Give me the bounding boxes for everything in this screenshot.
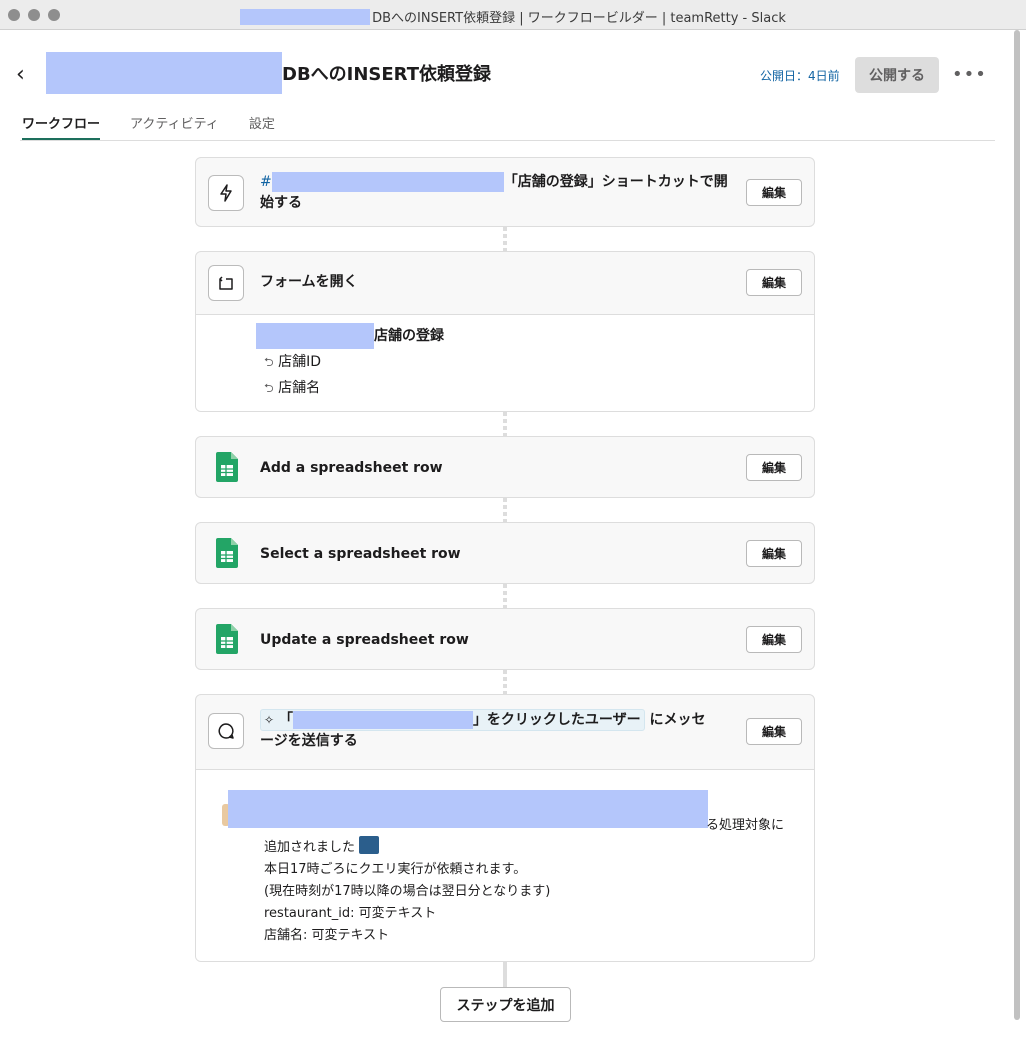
- select-spreadsheet-row-card[interactable]: Select a spreadsheet row 編集: [195, 522, 815, 584]
- trigger-text-line2: 始する: [260, 195, 302, 211]
- redacted-block: [256, 323, 374, 349]
- redacted-block: [46, 52, 282, 94]
- tabs-divider: [20, 140, 995, 141]
- form-step-body: 店舗の登録 ⮌ 店舗ID ⮌ 店舗名: [196, 314, 814, 411]
- form-field: ⮌ 店舗名: [264, 377, 320, 400]
- send-message-step-card[interactable]: ✧ 「 」をクリックしたユーザー にメッセ ージを送信する 編集 る処理対象に 追…: [195, 694, 815, 962]
- step-connector: [503, 227, 507, 251]
- trigger-step-card[interactable]: # 「店舗の登録」ショートカットで開 始する 編集: [195, 157, 815, 227]
- send-message-step-text: ✧ 「 」をクリックしたユーザー にメッセ ージを送信する: [260, 709, 730, 752]
- edit-button[interactable]: 編集: [746, 540, 802, 567]
- lightning-icon: [208, 175, 244, 211]
- tab-activity[interactable]: アクティビティ: [130, 113, 219, 141]
- wand-icon: ✧: [264, 713, 275, 727]
- message-line4: (現在時刻が17時以降の場合は翌日分となります): [264, 884, 551, 899]
- channel-hash: #: [260, 174, 272, 190]
- message-line5: restaurant_id: 可変テキスト: [264, 906, 437, 921]
- page-title: DBへのINSERT依頼登録: [46, 52, 491, 94]
- publish-button[interactable]: 公開する: [855, 57, 939, 93]
- form-field-label: 店舗ID: [278, 354, 321, 370]
- google-sheets-icon: [216, 452, 238, 486]
- message-line2: 追加されました: [264, 840, 356, 855]
- message-line1-tail: る処理対象に: [706, 818, 785, 833]
- add-step-button[interactable]: ステップを追加: [440, 987, 571, 1022]
- window-titlebar: DBへのINSERT依頼登録 | ワークフロービルダー | teamRetty …: [0, 0, 1026, 30]
- redacted-block: [240, 9, 371, 25]
- step-connector: [503, 498, 507, 522]
- step-connector: [503, 412, 507, 436]
- published-date: 公開日：4日前: [760, 69, 840, 83]
- step-connector: [503, 670, 507, 694]
- edit-button[interactable]: 編集: [746, 718, 802, 745]
- chip-prefix: 「: [278, 712, 293, 728]
- tab-settings[interactable]: 設定: [249, 113, 275, 141]
- edit-button[interactable]: 編集: [746, 454, 802, 481]
- tab-workflow[interactable]: ワークフロー: [22, 113, 101, 141]
- form-step-title: フォームを開く: [260, 274, 358, 290]
- back-arrow-icon[interactable]: ‹: [16, 62, 36, 88]
- update-spreadsheet-row-card[interactable]: Update a spreadsheet row 編集: [195, 608, 815, 670]
- more-options-icon[interactable]: •••: [952, 62, 986, 88]
- message-step-text-line1: にメッセ: [649, 712, 706, 728]
- step-title: Select a spreadsheet row: [260, 546, 461, 562]
- page-title-text: DBへのINSERT依頼登録: [282, 64, 492, 85]
- form-field: ⮌ 店舗ID: [264, 351, 321, 374]
- message-body: る処理対象に 追加されました 本日17時ごろにクエリ実行が依頼されます。 (現在…: [196, 769, 814, 961]
- edit-button[interactable]: 編集: [746, 269, 802, 296]
- form-field-label: 店舗名: [278, 380, 321, 396]
- form-name-text: 店舗の登録: [374, 328, 444, 344]
- step-connector: [503, 962, 507, 988]
- window-title: DBへのINSERT依頼登録 | ワークフロービルダー | teamRetty …: [0, 7, 1026, 26]
- message-line6: 店舗名: 可変テキスト: [264, 928, 390, 943]
- message-text: 追加されました 本日17時ごろにクエリ実行が依頼されます。 (現在時刻が17時以…: [264, 836, 550, 947]
- form-icon: [208, 265, 244, 301]
- step-connector: [503, 584, 507, 608]
- google-sheets-icon: [216, 624, 238, 658]
- trigger-step-text: # 「店舗の登録」ショートカットで開 始する: [260, 172, 728, 214]
- edit-button[interactable]: 編集: [746, 626, 802, 653]
- chip-suffix: 」をクリックしたユーザー: [472, 712, 641, 728]
- message-line: 追加されました: [264, 836, 550, 859]
- step-title: Update a spreadsheet row: [260, 632, 469, 648]
- window-title-text: DBへのINSERT依頼登録 | ワークフロービルダー | teamRetty …: [372, 11, 786, 26]
- message-line3: 本日17時ごろにクエリ実行が依頼されます。: [264, 862, 527, 877]
- field-icon: ⮌: [264, 381, 274, 395]
- edit-button[interactable]: 編集: [746, 179, 802, 206]
- tab-bar: ワークフロー アクティビティ 設定: [22, 113, 305, 141]
- message-bubble-icon: [208, 713, 244, 749]
- step-title: Add a spreadsheet row: [260, 460, 443, 476]
- trigger-text-line1: 「店舗の登録」ショートカットで開: [503, 174, 728, 190]
- form-step-card[interactable]: フォームを開く 編集 店舗の登録 ⮌ 店舗ID ⮌ 店舗名: [195, 251, 815, 412]
- redacted-block: [292, 711, 473, 729]
- field-icon: ⮌: [264, 355, 274, 369]
- user-variable-chip: ✧ 「 」をクリックしたユーザー: [260, 709, 645, 731]
- form-name: 店舗の登録: [256, 323, 444, 349]
- add-spreadsheet-row-card[interactable]: Add a spreadsheet row 編集: [195, 436, 815, 498]
- scrollbar[interactable]: [1014, 30, 1020, 1020]
- google-sheets-icon: [216, 538, 238, 572]
- redacted-block: [228, 790, 708, 828]
- message-step-text-line2: ージを送信する: [260, 733, 358, 749]
- database-emoji-icon: [359, 836, 380, 854]
- redacted-block: [271, 172, 504, 192]
